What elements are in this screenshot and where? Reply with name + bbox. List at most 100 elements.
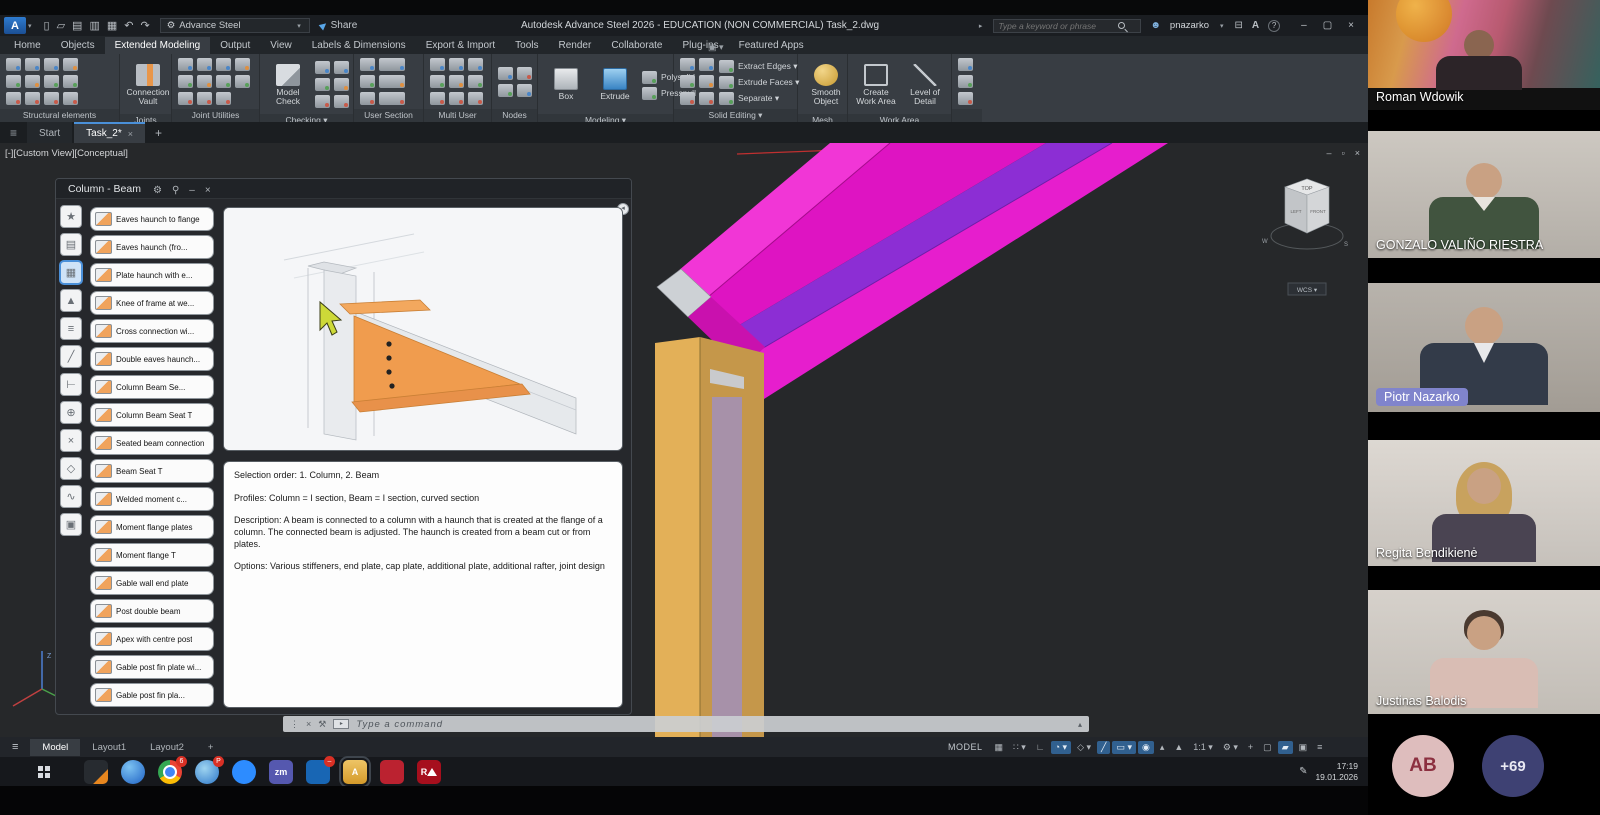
tool-icon[interactable] xyxy=(63,58,78,71)
workspace-selector[interactable]: ⚙ Advance Steel ▾ xyxy=(160,18,310,33)
ribbon-tab[interactable]: View xyxy=(260,37,302,54)
ribbon-tab[interactable]: Featured Apps xyxy=(729,37,814,54)
command-input-placeholder[interactable]: Type a command xyxy=(356,719,443,730)
taskbar-app-icon[interactable]: – xyxy=(306,760,330,784)
application-menu-button[interactable]: A xyxy=(4,17,26,34)
status-toggle-icon[interactable]: ⚙ ▾ xyxy=(1219,741,1242,754)
tool-icon[interactable] xyxy=(699,58,714,71)
viewport-controls-label[interactable]: [-][Custom View][Conceptual] xyxy=(5,148,128,159)
tool-icon[interactable] xyxy=(197,75,212,88)
level-of-detail-button[interactable]: Level of Detail xyxy=(903,57,947,113)
tool-icon[interactable] xyxy=(216,92,231,105)
category-button[interactable]: ⊢ xyxy=(60,373,82,396)
help-search[interactable] xyxy=(993,19,1141,33)
ribbon-tab[interactable]: Extended Modeling xyxy=(105,37,211,54)
tool-icon[interactable] xyxy=(25,92,40,105)
connection-list-item[interactable]: Moment flange plates xyxy=(90,515,214,539)
command-drag-handle[interactable]: ⋮ xyxy=(290,719,299,730)
category-button[interactable]: ▣ xyxy=(60,513,82,536)
close-tab-icon[interactable]: × xyxy=(128,129,133,139)
viewcube-top-face[interactable]: TOP xyxy=(1301,186,1313,192)
status-toggle-icon[interactable]: ▰ xyxy=(1278,741,1293,754)
participant-video[interactable]: Justinas Balodis xyxy=(1368,590,1600,714)
status-toggle-icon[interactable]: ▴ xyxy=(1156,741,1169,754)
pen-input-icon[interactable]: ✎ xyxy=(1299,766,1307,777)
tool-icon[interactable] xyxy=(6,92,21,105)
category-button[interactable]: ⊕ xyxy=(60,401,82,424)
tab-layout2[interactable]: Layout2 xyxy=(138,739,196,756)
tool-icon[interactable] xyxy=(44,92,59,105)
panel-label[interactable]: Mesh xyxy=(798,114,847,122)
status-toggle-icon[interactable]: ◔ ▾ xyxy=(1051,741,1071,754)
file-tabs-menu-icon[interactable]: ≡ xyxy=(0,126,27,143)
participant-avatar[interactable]: AB xyxy=(1392,735,1454,797)
tool-icon[interactable] xyxy=(699,92,714,105)
taskbar-app-icon[interactable]: 6 xyxy=(158,760,182,784)
category-button[interactable]: ◇ xyxy=(60,457,82,480)
tool-icon[interactable] xyxy=(44,75,59,88)
viewcube-west[interactable]: W xyxy=(1262,239,1268,245)
file-tab-task2[interactable]: Task_2*× xyxy=(74,122,145,143)
tool-icon[interactable] xyxy=(379,58,405,71)
taskbar-app-icon[interactable]: R xyxy=(417,760,441,784)
tool-icon[interactable] xyxy=(63,92,78,105)
wcs-selector[interactable]: WCS ▾ xyxy=(1297,287,1318,294)
tool-icon[interactable] xyxy=(197,58,212,71)
app-store-cart-icon[interactable]: ⊟ xyxy=(1235,20,1243,31)
separate-button[interactable]: Separate ▾ xyxy=(719,92,799,105)
palette-header-icon[interactable]: × xyxy=(200,185,216,196)
taskbar-app-icon[interactable]: P xyxy=(195,760,219,784)
autodesk-logo-icon[interactable]: A xyxy=(1252,20,1259,31)
connection-list-item[interactable]: Post double beam xyxy=(90,599,214,623)
tool-icon[interactable] xyxy=(958,58,973,71)
panel-label[interactable]: Solid Editing ▾ xyxy=(674,109,797,122)
tool-icon[interactable] xyxy=(44,58,59,71)
window-control-button[interactable]: ▢ xyxy=(1323,20,1332,31)
tool-icon[interactable] xyxy=(680,75,695,88)
status-toggle-icon[interactable]: 1:1 ▾ xyxy=(1189,741,1217,754)
qat-icon[interactable]: ▥ xyxy=(89,19,99,32)
tool-icon[interactable] xyxy=(178,75,193,88)
extract-edges-button[interactable]: Extract Edges ▾ xyxy=(719,60,799,73)
tool-icon[interactable] xyxy=(216,75,231,88)
tool-icon[interactable] xyxy=(449,58,464,71)
file-tab-start[interactable]: Start xyxy=(27,122,72,143)
tool-icon[interactable] xyxy=(958,92,973,105)
ribbon-tab[interactable]: Labels & Dimensions xyxy=(302,37,416,54)
panel-label[interactable]: Multi User xyxy=(424,109,491,122)
taskbar-app-icon[interactable] xyxy=(121,760,145,784)
model-check-button[interactable]: Model Check xyxy=(266,57,310,113)
ribbon-tab[interactable]: Export & Import xyxy=(416,37,505,54)
category-button[interactable]: ▦ xyxy=(60,261,82,284)
chevron-down-icon[interactable]: ▾ xyxy=(28,22,32,30)
status-toggle-icon[interactable]: ◇ ▾ xyxy=(1073,741,1095,754)
tool-icon[interactable] xyxy=(197,92,212,105)
connection-list-item[interactable]: Moment flange T xyxy=(90,543,214,567)
tool-icon[interactable] xyxy=(430,58,445,71)
connection-list-item[interactable]: Knee of frame at we... xyxy=(90,291,214,315)
taskbar-clock[interactable]: 17:19 19.01.2026 xyxy=(1315,761,1358,782)
category-button[interactable]: ▲ xyxy=(60,289,82,312)
palette-header-icon[interactable]: ⚙ xyxy=(148,185,167,196)
tool-icon[interactable] xyxy=(25,75,40,88)
chevron-down-icon[interactable]: ▾ xyxy=(1220,22,1224,30)
participant-video[interactable]: Piotr Nazarko xyxy=(1368,283,1600,412)
tool-icon[interactable] xyxy=(315,61,330,74)
tool-icon[interactable] xyxy=(235,58,250,71)
panel-label[interactable]: Work Area xyxy=(848,114,951,122)
participant-video[interactable]: Regita Bendikienė xyxy=(1368,440,1600,566)
participant-video[interactable]: Roman Wdowik xyxy=(1368,0,1600,110)
taskbar-app-icon[interactable]: zm xyxy=(269,760,293,784)
window-control-button[interactable]: – xyxy=(1301,20,1307,31)
viewport-control-button[interactable]: – xyxy=(1327,148,1332,158)
ribbon-tab[interactable]: Collaborate xyxy=(601,37,672,54)
ribbon-tab[interactable]: Tools xyxy=(505,37,548,54)
tool-icon[interactable] xyxy=(315,95,330,108)
status-toggle-icon[interactable]: ▦ xyxy=(991,741,1008,754)
status-toggle-icon[interactable]: ≡ xyxy=(1313,741,1326,753)
command-close-icon[interactable]: × xyxy=(306,719,311,729)
participant-video[interactable]: GONZALO VALIÑO RIESTRA xyxy=(1368,131,1600,258)
layout-menu-icon[interactable]: ≡ xyxy=(0,741,30,753)
ribbon-tab[interactable]: Objects xyxy=(51,37,105,54)
category-button[interactable]: ≡ xyxy=(60,317,82,340)
